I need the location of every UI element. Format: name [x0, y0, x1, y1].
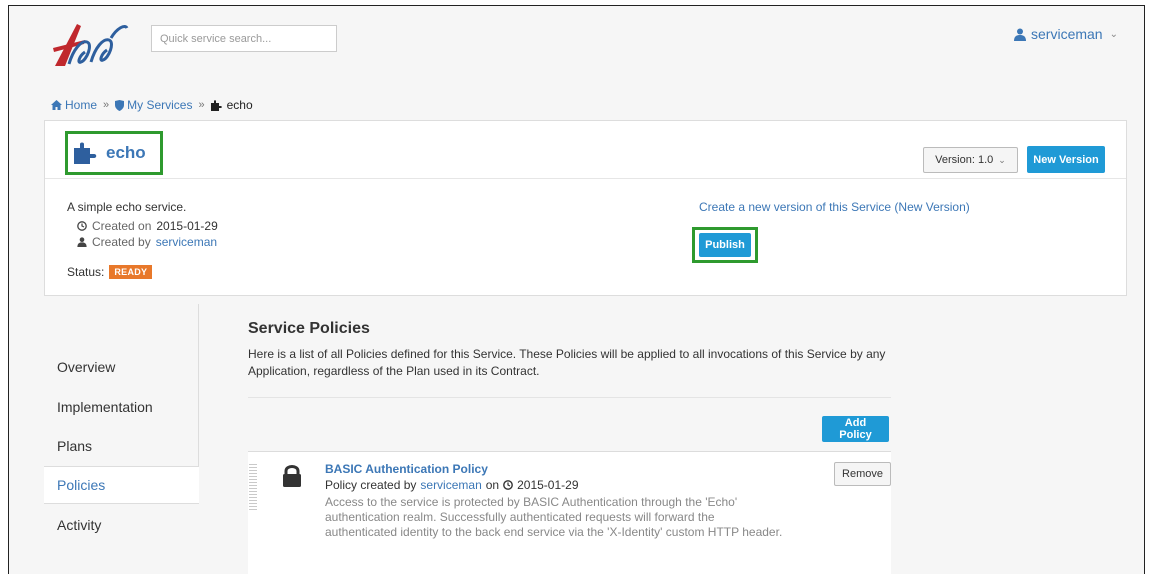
- policy-name-link[interactable]: BASIC Authentication Policy: [325, 462, 488, 476]
- new-version-button[interactable]: New Version: [1027, 146, 1105, 173]
- clock-icon: [77, 221, 87, 231]
- breadcrumb-my-services[interactable]: My Services: [115, 98, 192, 112]
- card-divider: [45, 178, 1126, 179]
- nav-item-plans[interactable]: Plans: [44, 427, 199, 465]
- service-title: echo: [65, 131, 163, 175]
- drag-handle-icon[interactable]: [249, 464, 257, 512]
- service-name: echo: [106, 143, 146, 162]
- breadcrumb-current: echo: [210, 98, 253, 112]
- create-new-version-link[interactable]: Create a new version of this Service (Ne…: [699, 200, 970, 214]
- shield-icon: [115, 99, 125, 111]
- breadcrumb: Home » My Services » echo: [51, 98, 253, 112]
- version-dropdown[interactable]: Version: 1.0 ⌄: [923, 147, 1018, 173]
- user-icon: [77, 237, 87, 247]
- lock-icon: [283, 465, 301, 487]
- app-frame: serviceman ⌄ Home » My Services » echo: [8, 5, 1145, 574]
- publish-highlight: Publish: [692, 227, 758, 263]
- policy-list-item: BASIC Authentication Policy Policy creat…: [248, 452, 891, 574]
- add-policy-button[interactable]: Add Policy: [822, 416, 889, 442]
- policy-created: Policy created by serviceman on 2015-01-…: [325, 478, 579, 492]
- chevron-down-icon: ⌄: [998, 154, 1006, 165]
- status-badge: READY: [109, 265, 153, 279]
- nav-item-policies[interactable]: Policies: [44, 466, 199, 504]
- service-summary-card: echo Version: 1.0 ⌄ New Version A simple…: [44, 120, 1127, 296]
- created-on: Created on 2015-01-29: [77, 219, 218, 233]
- nav-item-activity[interactable]: Activity: [44, 506, 199, 544]
- section-title: Service Policies: [248, 320, 370, 337]
- user-name: serviceman: [1031, 26, 1103, 42]
- puzzle-icon: [210, 99, 222, 111]
- quick-service-search-input[interactable]: [151, 25, 337, 52]
- service-status: Status: READY: [67, 265, 153, 279]
- user-menu[interactable]: serviceman ⌄: [1014, 26, 1118, 42]
- service-description: A simple echo service.: [67, 200, 187, 214]
- created-by-user-link[interactable]: serviceman: [156, 235, 217, 249]
- clock-icon: [503, 480, 514, 490]
- nav-item-implementation[interactable]: Implementation: [44, 388, 199, 426]
- divider: [248, 397, 891, 398]
- breadcrumb-home[interactable]: Home: [51, 98, 97, 112]
- policy-description: Access to the service is protected by BA…: [325, 495, 783, 539]
- puzzle-icon: [74, 142, 97, 164]
- apiman-logo-icon[interactable]: [51, 20, 131, 68]
- service-nav: Overview Implementation Plans Policies A…: [44, 304, 199, 574]
- policy-created-by-link[interactable]: serviceman: [420, 478, 481, 492]
- remove-policy-button[interactable]: Remove: [834, 462, 891, 486]
- created-by: Created by serviceman: [77, 235, 217, 249]
- breadcrumb-separator: »: [198, 99, 205, 111]
- publish-button[interactable]: Publish: [699, 233, 751, 257]
- section-description: Here is a list of all Policies defined f…: [248, 347, 886, 378]
- nav-item-overview[interactable]: Overview: [44, 348, 199, 386]
- chevron-down-icon: ⌄: [1109, 28, 1118, 40]
- breadcrumb-separator: »: [103, 99, 110, 111]
- user-icon: [1014, 28, 1027, 41]
- home-icon: [51, 100, 62, 110]
